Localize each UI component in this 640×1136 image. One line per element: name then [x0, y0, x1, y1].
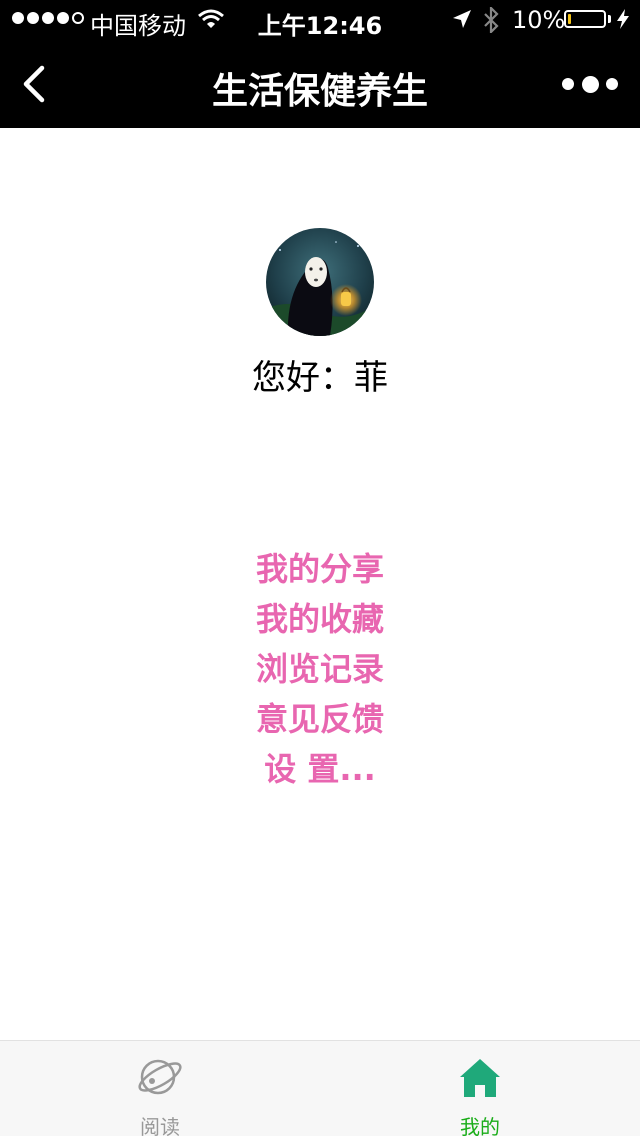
app-screen: 中国移动 上午12:46 10% 生活保健养生 您好：菲 我的分享 我的收藏 浏… [0, 0, 640, 1136]
charging-bolt-icon [617, 9, 629, 29]
menu-item-my-shares[interactable]: 我的分享 [0, 544, 640, 594]
battery-icon [564, 10, 606, 28]
navigation-bar: 生活保健养生 [0, 40, 640, 128]
battery-level-fill [568, 14, 571, 24]
tab-mine-label: 我的 [460, 1115, 500, 1136]
menu-item-browse-history[interactable]: 浏览记录 [0, 644, 640, 694]
avatar-image [266, 228, 374, 336]
bluetooth-icon [484, 7, 499, 33]
battery-cap [608, 15, 611, 23]
more-button[interactable] [562, 70, 618, 98]
menu-item-feedback[interactable]: 意见反馈 [0, 694, 640, 744]
tab-read-label: 阅读 [140, 1115, 180, 1136]
more-dots-icon [562, 78, 574, 90]
profile-menu: 我的分享 我的收藏 浏览记录 意见反馈 设 置... [0, 544, 640, 794]
menu-item-settings[interactable]: 设 置... [0, 744, 640, 794]
tab-read[interactable]: 阅读 [0, 1041, 320, 1136]
menu-item-my-favorites[interactable]: 我的收藏 [0, 594, 640, 644]
location-arrow-icon [453, 10, 471, 28]
status-bar: 中国移动 上午12:46 10% [0, 0, 640, 40]
house-icon [460, 1059, 500, 1097]
tab-bar: 阅读 我的 [0, 1040, 640, 1136]
more-dots-icon [581, 75, 599, 93]
tab-mine[interactable]: 我的 [320, 1041, 640, 1136]
avatar[interactable] [266, 228, 374, 336]
more-dots-icon [606, 78, 618, 90]
page-title: 生活保健养生 [211, 71, 428, 112]
greeting-text: 您好：菲 [252, 358, 388, 398]
battery-percent: 10% [512, 6, 566, 34]
top-bar: 中国移动 上午12:46 10% 生活保健养生 [0, 0, 640, 128]
planet-icon [138, 1059, 182, 1095]
